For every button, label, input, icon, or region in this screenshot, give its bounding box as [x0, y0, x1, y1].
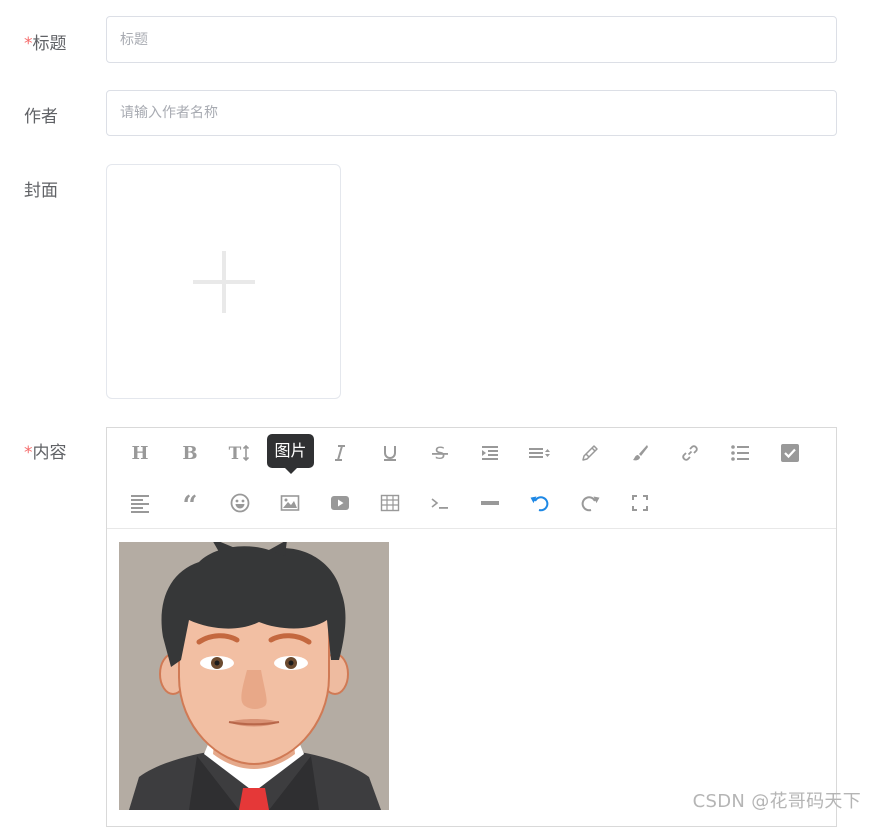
bold-icon: B [182, 443, 197, 463]
undo-button[interactable] [523, 486, 557, 520]
watermark: CSDN @花哥码天下 [692, 791, 861, 812]
underline-icon [384, 446, 396, 461]
content-label: *内容 [24, 443, 67, 463]
line-height-button[interactable] [523, 436, 557, 470]
bold-button[interactable]: B [173, 436, 207, 470]
author-input[interactable] [106, 90, 837, 136]
code-icon [431, 498, 448, 509]
rich-text-editor: H B T 图片 S “ [106, 427, 837, 827]
italic-icon [335, 445, 345, 461]
heading-icon: H [131, 443, 148, 463]
plus-icon [193, 251, 255, 313]
heading-button[interactable]: H [123, 436, 157, 470]
video-button[interactable] [323, 486, 357, 520]
svg-text:H: H [131, 443, 148, 463]
svg-text:B: B [182, 443, 197, 463]
fullscreen-button[interactable] [623, 486, 657, 520]
background-color-button[interactable] [623, 436, 657, 470]
font-color-button[interactable] [573, 436, 607, 470]
line-height-icon [529, 448, 550, 458]
link-button[interactable] [673, 436, 707, 470]
title-label: *标题 [24, 34, 67, 54]
italic-button[interactable] [323, 436, 357, 470]
editor-toolbar: H B T 图片 S “ [107, 428, 836, 529]
cover-label: 封面 [24, 181, 58, 201]
svg-text:“: “ [183, 493, 198, 513]
author-label: 作者 [24, 107, 58, 127]
divider-icon [481, 501, 499, 505]
strikethrough-button[interactable]: S [423, 436, 457, 470]
todo-button[interactable] [773, 436, 807, 470]
pencil-icon [582, 445, 598, 461]
required-mark: * [24, 34, 33, 54]
fullscreen-icon [632, 495, 648, 511]
image-button[interactable] [273, 486, 307, 520]
svg-text:T: T [229, 444, 242, 463]
link-icon [682, 445, 698, 461]
emoji-button[interactable] [223, 486, 257, 520]
indent-button[interactable] [473, 436, 507, 470]
emoji-icon [230, 493, 250, 513]
image-tooltip: 图片 [267, 434, 314, 474]
video-icon [331, 496, 349, 510]
code-button[interactable] [423, 486, 457, 520]
checkbox-icon [781, 444, 799, 462]
bullet-list-icon [731, 445, 749, 461]
font-size-icon: T [229, 444, 250, 463]
image-icon [280, 495, 300, 511]
required-mark: * [24, 443, 33, 463]
avatar-image[interactable] [119, 542, 389, 810]
underline-button[interactable] [373, 436, 407, 470]
undo-icon [530, 496, 549, 512]
title-input[interactable] [106, 16, 837, 63]
cover-upload[interactable] [106, 164, 341, 399]
align-left-icon [131, 495, 149, 513]
indent-icon [482, 446, 498, 460]
redo-icon [581, 496, 600, 512]
font-size-button[interactable]: T [223, 436, 257, 470]
table-button[interactable] [373, 486, 407, 520]
strikethrough-icon: S [432, 444, 448, 463]
brush-icon [633, 445, 648, 461]
table-icon [380, 494, 400, 512]
bullet-list-button[interactable] [723, 436, 757, 470]
quote-icon: “ [183, 493, 198, 513]
quote-button[interactable]: “ [173, 486, 207, 520]
divider-button[interactable] [473, 486, 507, 520]
align-button[interactable] [123, 486, 157, 520]
redo-button[interactable] [573, 486, 607, 520]
